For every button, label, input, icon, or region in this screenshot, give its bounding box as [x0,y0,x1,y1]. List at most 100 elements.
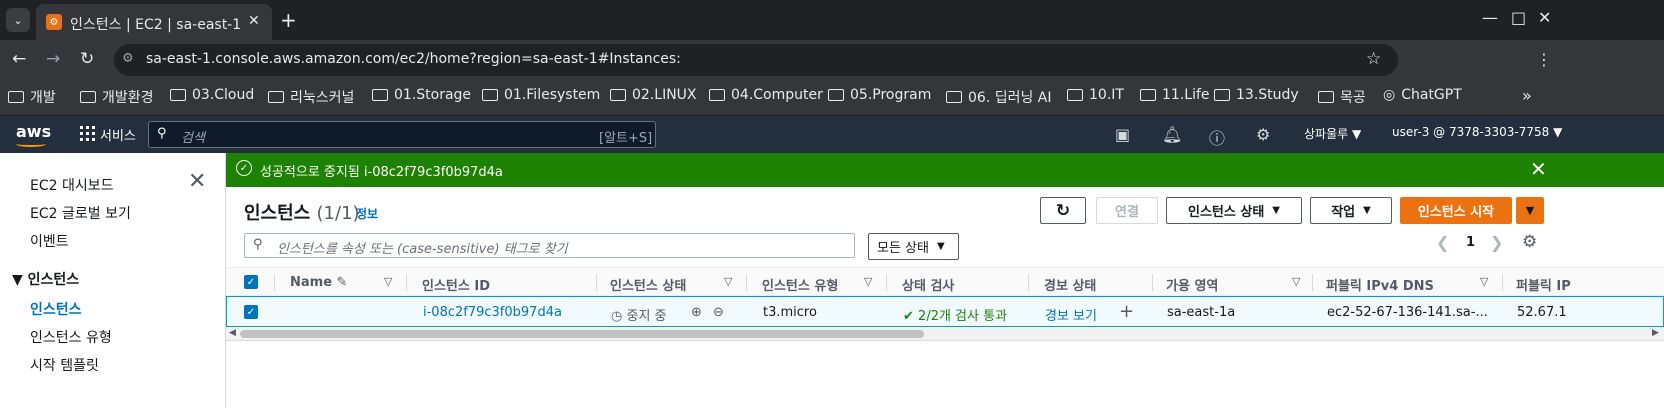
tab-close-icon[interactable]: ✕ [248,13,260,29]
console-search-input[interactable]: ⚲ 검색 [알트+S] [148,121,656,148]
browser-tab[interactable]: ⚙ 인스턴스 | EC2 | sa-east-1 ✕ [36,4,272,40]
select-all-checkbox[interactable]: ✓ [244,275,258,289]
bookmark-item[interactable]: 13.Study [1214,87,1299,103]
col-availability-zone[interactable]: 가용 영역 [1166,275,1218,294]
column-divider [1312,274,1313,291]
bookmark-item[interactable]: 01.Filesystem [482,87,600,103]
close-nav-icon[interactable]: ✕ [188,169,206,194]
cell-availability-zone: sa-east-1a [1167,305,1236,320]
flash-message: 성공적으로 중지됨 i-08c2f79c3f0b97d4a [260,165,503,180]
sort-icon[interactable]: ▽ [724,275,732,288]
launch-instances-button[interactable]: 인스턴스 시작 [1400,197,1512,224]
help-icon[interactable]: ⓘ [1209,125,1225,149]
col-instance-type[interactable]: 인스턴스 유형 [762,275,838,294]
scrollbar-thumb[interactable] [240,330,924,338]
bookmark-item[interactable]: ◎ ChatGPT [1383,87,1462,103]
bookmark-item[interactable]: 개발 [8,87,56,107]
bookmark-item[interactable]: 목공 [1318,87,1366,107]
aws-logo[interactable]: aws [16,122,51,141]
add-alarm-icon[interactable]: + [1119,301,1134,322]
launch-dropdown-button[interactable]: ▼ [1516,197,1544,224]
nav-item-instance-types[interactable]: 인스턴스 유형 [30,327,112,347]
sort-icon[interactable]: ▽ [1292,275,1300,288]
nav-item-launch-templates[interactable]: 시작 템플릿 [30,355,99,375]
col-instance-id[interactable]: 인스턴스 ID [422,275,490,294]
instances-panel: 인스턴스 (1/1) 정보 ↻ 연결 인스턴스 상태 ▼ 작업 ▼ 인스턴스 시… [226,187,1664,408]
region-selector[interactable]: 상파울루 ▼ [1304,125,1361,142]
col-alarm-status[interactable]: 경보 상태 [1044,275,1096,294]
col-public-dns[interactable]: 퍼블릭 IPv4 DNS [1326,275,1434,294]
nav-item-instances-active[interactable]: 인스턴스 [30,299,82,319]
bookmark-item[interactable]: 개발환경 [80,87,154,107]
edit-pencil-icon[interactable]: ✎ [337,275,348,290]
instance-state-button[interactable]: 인스턴스 상태 ▼ [1166,197,1302,224]
sort-icon[interactable]: ▽ [1480,275,1488,288]
bookmark-item[interactable]: 리눅스커널 [268,87,354,107]
zoom-out-icon[interactable]: ⊖ [713,305,724,320]
folder-icon [1140,89,1156,101]
nav-section-instances[interactable]: ▼ 인스턴스 [12,269,79,289]
bookmark-item[interactable]: 04.Computer [709,87,823,103]
col-public-ip[interactable]: 퍼블릭 IP [1516,275,1571,294]
bookmark-item[interactable]: 01.Storage [372,87,471,103]
actions-button[interactable]: 작업 ▼ [1310,197,1392,224]
new-tab-icon[interactable]: + [280,8,297,32]
bookmark-item[interactable]: 02.LINUX [610,87,697,103]
notifications-bell-icon[interactable]: 🔔︎ [1162,125,1182,144]
url-text[interactable]: sa-east-1.console.aws.amazon.com/ec2/hom… [146,51,681,67]
scroll-right-icon[interactable]: ▶ [1652,328,1659,338]
connect-button[interactable]: 연결 [1096,197,1158,224]
settings-gear-icon[interactable]: ⚙ [1256,125,1270,144]
reload-icon[interactable]: ↻ [80,49,94,69]
cloudshell-icon[interactable]: ▣ [1115,125,1130,144]
more-bookmarks-icon[interactable]: » [1522,86,1532,105]
address-bar[interactable]: ⚙ sa-east-1.console.aws.amazon.com/ec2/h… [114,44,1398,76]
bookmark-label: 01.Storage [394,87,472,103]
scroll-left-icon[interactable]: ◀ [229,328,236,338]
table-row[interactable]: ✓ i-08c2f79c3f0b97d4a ◷ 중지 중 ⊕ ⊖ t3.micr… [226,296,1664,327]
forward-icon[interactable]: → [46,49,60,69]
site-info-icon[interactable]: ⚙ [122,51,134,66]
bookmark-item[interactable]: 11.Life [1140,87,1210,103]
row-checkbox[interactable]: ✓ [244,305,258,319]
maximize-icon[interactable]: □ [1511,8,1526,27]
nav-item-ec2-dashboard[interactable]: EC2 대시보드 [30,175,114,195]
col-status-check[interactable]: 상태 검사 [902,275,954,294]
page-number[interactable]: 1 [1466,235,1475,250]
window-close-icon[interactable]: ✕ [1538,8,1551,27]
launch-label: 인스턴스 시작 [1417,205,1495,220]
refresh-button[interactable]: ↻ [1040,197,1086,224]
next-page-icon[interactable]: ❯ [1490,233,1503,252]
nav-item-global-view[interactable]: EC2 글로벌 보기 [30,203,131,223]
browser-menu-icon[interactable]: ⋮ [1536,50,1552,69]
previous-page-icon[interactable]: ❮ [1436,233,1449,252]
bookmark-item[interactable]: 05.Program [828,87,931,103]
services-grid-icon[interactable] [80,126,95,141]
bookmark-star-icon[interactable]: ☆ [1366,49,1381,69]
chatgpt-icon: ◎ [1383,87,1396,103]
sort-icon[interactable]: ▽ [864,275,872,288]
instance-count: (1/1) [316,203,360,224]
nav-item-events[interactable]: 이벤트 [30,231,69,251]
col-name[interactable]: Name ✎ [290,275,347,290]
zoom-in-icon[interactable]: ⊕ [691,305,702,320]
horizontal-scrollbar[interactable]: ◀ ▶ [226,327,1664,341]
back-icon[interactable]: ← [12,49,26,69]
services-menu[interactable]: 서비스 [100,125,136,144]
state-filter-select[interactable]: 모든 상태 ▼ [868,233,959,260]
dismiss-flash-icon[interactable]: ✕ [1530,157,1547,181]
search-icon: ⚲ [157,126,167,141]
instance-id-link[interactable]: i-08c2f79c3f0b97d4a [423,305,562,320]
account-menu[interactable]: user-3 @ 7378-3303-7758 ▼ [1392,125,1562,139]
view-alarms-link[interactable]: 경보 보기 [1045,305,1097,324]
tab-search-dropdown-icon[interactable]: ⌄ [6,8,30,32]
sort-icon[interactable]: ▽ [384,275,392,288]
instance-filter-input[interactable]: ⚲ 인스턴스를 속성 또는 (case-sensitive) 태그로 찾기 [244,233,855,258]
bookmark-item[interactable]: 03.Cloud [170,87,254,103]
bookmark-item[interactable]: 10.IT [1067,87,1124,103]
table-preferences-gear-icon[interactable]: ⚙ [1522,232,1537,252]
col-instance-state[interactable]: 인스턴스 상태 [610,275,686,294]
info-link[interactable]: 정보 [356,205,378,222]
minimize-icon[interactable]: — [1482,8,1498,27]
bookmark-item[interactable]: 06. 딥러닝 AI [946,87,1052,107]
